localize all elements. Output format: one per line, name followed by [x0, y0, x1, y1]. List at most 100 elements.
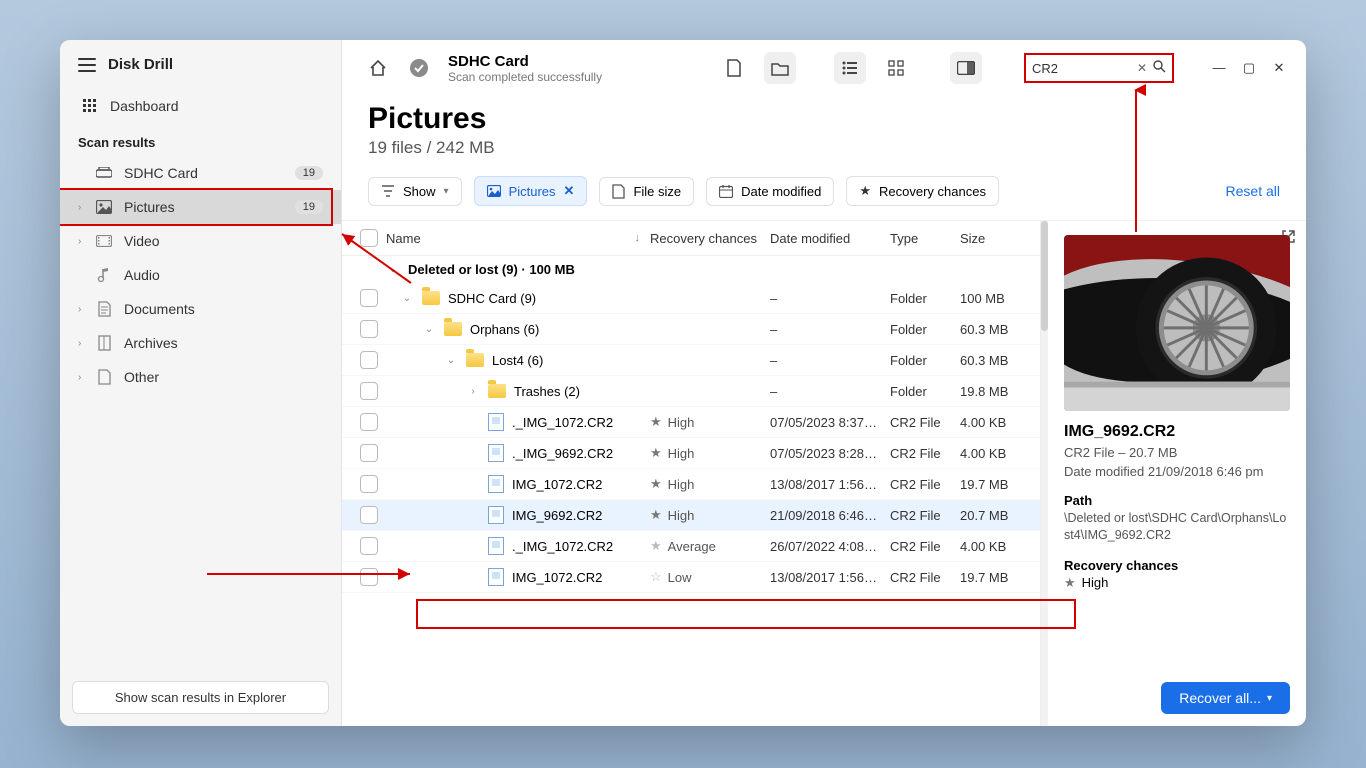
table-row[interactable]: ⌄ Lost4 (6) – Folder 60.3 MB	[342, 345, 1040, 376]
recovery-value: High	[668, 415, 695, 430]
menu-icon[interactable]	[78, 58, 96, 72]
scan-title: SDHC Card	[448, 53, 602, 70]
size-value: 19.7 MB	[960, 477, 1030, 492]
table-row[interactable]: › ._IMG_1072.CR2 ★Average 26/07/2022 4:0…	[342, 531, 1040, 562]
search-value: CR2	[1032, 61, 1058, 76]
group-title: Deleted or lost (9) · 100 MB	[408, 262, 575, 277]
video-icon	[96, 235, 112, 247]
column-name[interactable]: Name↓	[386, 231, 650, 246]
scrollbar-thumb[interactable]	[1041, 221, 1048, 331]
show-in-explorer-button[interactable]: Show scan results in Explorer	[72, 681, 329, 714]
document-icon	[96, 301, 112, 317]
row-checkbox[interactable]	[360, 475, 378, 493]
star-icon: ★	[650, 507, 662, 523]
row-checkbox[interactable]	[360, 568, 378, 586]
home-button[interactable]	[362, 52, 394, 84]
filter-date-button[interactable]: Date modified	[706, 177, 834, 206]
column-size[interactable]: Size	[960, 231, 1030, 246]
toggle-preview-button[interactable]	[950, 52, 982, 84]
sidebar-item-documents[interactable]: › Documents	[60, 292, 341, 326]
date-value: 13/08/2017 1:56…	[770, 570, 890, 585]
folder-icon	[466, 353, 484, 367]
show-filter-button[interactable]: Show ▾	[368, 177, 462, 206]
filter-recovery-button[interactable]: ★ Recovery chances	[846, 176, 999, 206]
filter-label: Date modified	[741, 184, 821, 199]
folder-view-button[interactable]	[764, 52, 796, 84]
table-row[interactable]: › ._IMG_9692.CR2 ★High 07/05/2023 8:28… …	[342, 438, 1040, 469]
row-checkbox[interactable]	[360, 289, 378, 307]
sidebar-item-video[interactable]: › Video	[60, 224, 341, 258]
details-path-label: Path	[1064, 493, 1290, 508]
row-checkbox[interactable]	[360, 382, 378, 400]
table-row[interactable]: ⌄ Orphans (6) – Folder 60.3 MB	[342, 314, 1040, 345]
row-checkbox[interactable]	[360, 444, 378, 462]
close-button[interactable]: ✕	[1272, 60, 1286, 76]
archive-icon	[96, 335, 112, 351]
chevron-down-icon: ▾	[444, 186, 449, 197]
sidebar-item-sdhc[interactable]: SDHC Card 19	[60, 156, 341, 190]
details-meta-date: Date modified 21/09/2018 6:46 pm	[1064, 464, 1290, 479]
table-row[interactable]: › IMG_1072.CR2 ★High 13/08/2017 1:56… CR…	[342, 469, 1040, 500]
sidebar-item-pictures[interactable]: › Pictures 19	[60, 190, 341, 224]
date-value: 13/08/2017 1:56…	[770, 477, 890, 492]
chevron-down-icon: ▾	[1267, 693, 1272, 704]
tree-chevron-icon[interactable]: ⌄	[422, 324, 436, 335]
chevron-right-icon: ›	[78, 372, 88, 383]
row-checkbox[interactable]	[360, 537, 378, 555]
reset-all-link[interactable]: Reset all	[1226, 183, 1280, 199]
search-input[interactable]: CR2 ✕	[1024, 53, 1174, 83]
type-value: Folder	[890, 291, 960, 306]
status-check-icon	[408, 52, 430, 84]
maximize-button[interactable]: ▢	[1242, 60, 1256, 76]
row-checkbox[interactable]	[360, 413, 378, 431]
table-row[interactable]: › Trashes (2) – Folder 19.8 MB	[342, 376, 1040, 407]
chevron-right-icon: ›	[78, 304, 88, 315]
sidebar-item-audio[interactable]: › Audio	[60, 258, 341, 292]
recovery-value: Low	[668, 570, 692, 585]
remove-chip-icon[interactable]: ✕	[564, 183, 575, 199]
select-all-checkbox[interactable]	[360, 229, 378, 247]
list-view-button[interactable]	[834, 52, 866, 84]
details-rec-label: Recovery chances	[1064, 558, 1290, 573]
sidebar-item-archives[interactable]: › Archives	[60, 326, 341, 360]
row-checkbox[interactable]	[360, 320, 378, 338]
search-icon[interactable]	[1153, 60, 1166, 76]
grid-view-button[interactable]	[880, 52, 912, 84]
file-view-button[interactable]	[718, 52, 750, 84]
column-recovery[interactable]: Recovery chances	[650, 231, 770, 246]
chevron-down-icon[interactable]: ⌄	[386, 264, 400, 275]
filter-icon	[381, 185, 395, 197]
tree-chevron-icon[interactable]: ›	[466, 386, 480, 397]
row-checkbox[interactable]	[360, 506, 378, 524]
tree-chevron-icon[interactable]: ⌄	[400, 293, 414, 304]
star-icon: ☆	[650, 569, 662, 585]
chevron-right-icon: ›	[78, 236, 88, 247]
star-icon: ★	[650, 538, 662, 554]
sidebar-dashboard[interactable]: Dashboard	[60, 89, 341, 123]
clear-search-icon[interactable]: ✕	[1137, 61, 1147, 75]
size-value: 19.8 MB	[960, 384, 1030, 399]
table-row[interactable]: › IMG_9692.CR2 ★High 21/09/2018 6:46… CR…	[342, 500, 1040, 531]
column-type[interactable]: Type	[890, 231, 960, 246]
column-date[interactable]: Date modified	[770, 231, 890, 246]
table-row[interactable]: › ._IMG_1072.CR2 ★High 07/05/2023 8:37… …	[342, 407, 1040, 438]
table-row[interactable]: › IMG_1072.CR2 ☆Low 13/08/2017 1:56… CR2…	[342, 562, 1040, 593]
file-icon	[488, 506, 504, 524]
row-checkbox[interactable]	[360, 351, 378, 369]
file-name: IMG_9692.CR2	[512, 508, 602, 523]
size-value: 60.3 MB	[960, 322, 1030, 337]
date-value: –	[770, 353, 890, 368]
minimize-button[interactable]: —	[1212, 60, 1226, 76]
audio-icon	[96, 267, 112, 283]
tree-chevron-icon[interactable]: ⌄	[444, 355, 458, 366]
star-icon: ★	[650, 445, 662, 461]
size-value: 100 MB	[960, 291, 1030, 306]
filter-pictures-chip[interactable]: Pictures ✕	[474, 176, 588, 206]
scrollbar[interactable]	[1041, 221, 1048, 726]
file-name: IMG_1072.CR2	[512, 477, 602, 492]
date-value: –	[770, 291, 890, 306]
recover-all-button[interactable]: Recover all... ▾	[1161, 682, 1290, 714]
table-row[interactable]: ⌄ SDHC Card (9) – Folder 100 MB	[342, 283, 1040, 314]
sidebar-item-other[interactable]: › Other	[60, 360, 341, 394]
filter-filesize-button[interactable]: File size	[599, 177, 694, 206]
